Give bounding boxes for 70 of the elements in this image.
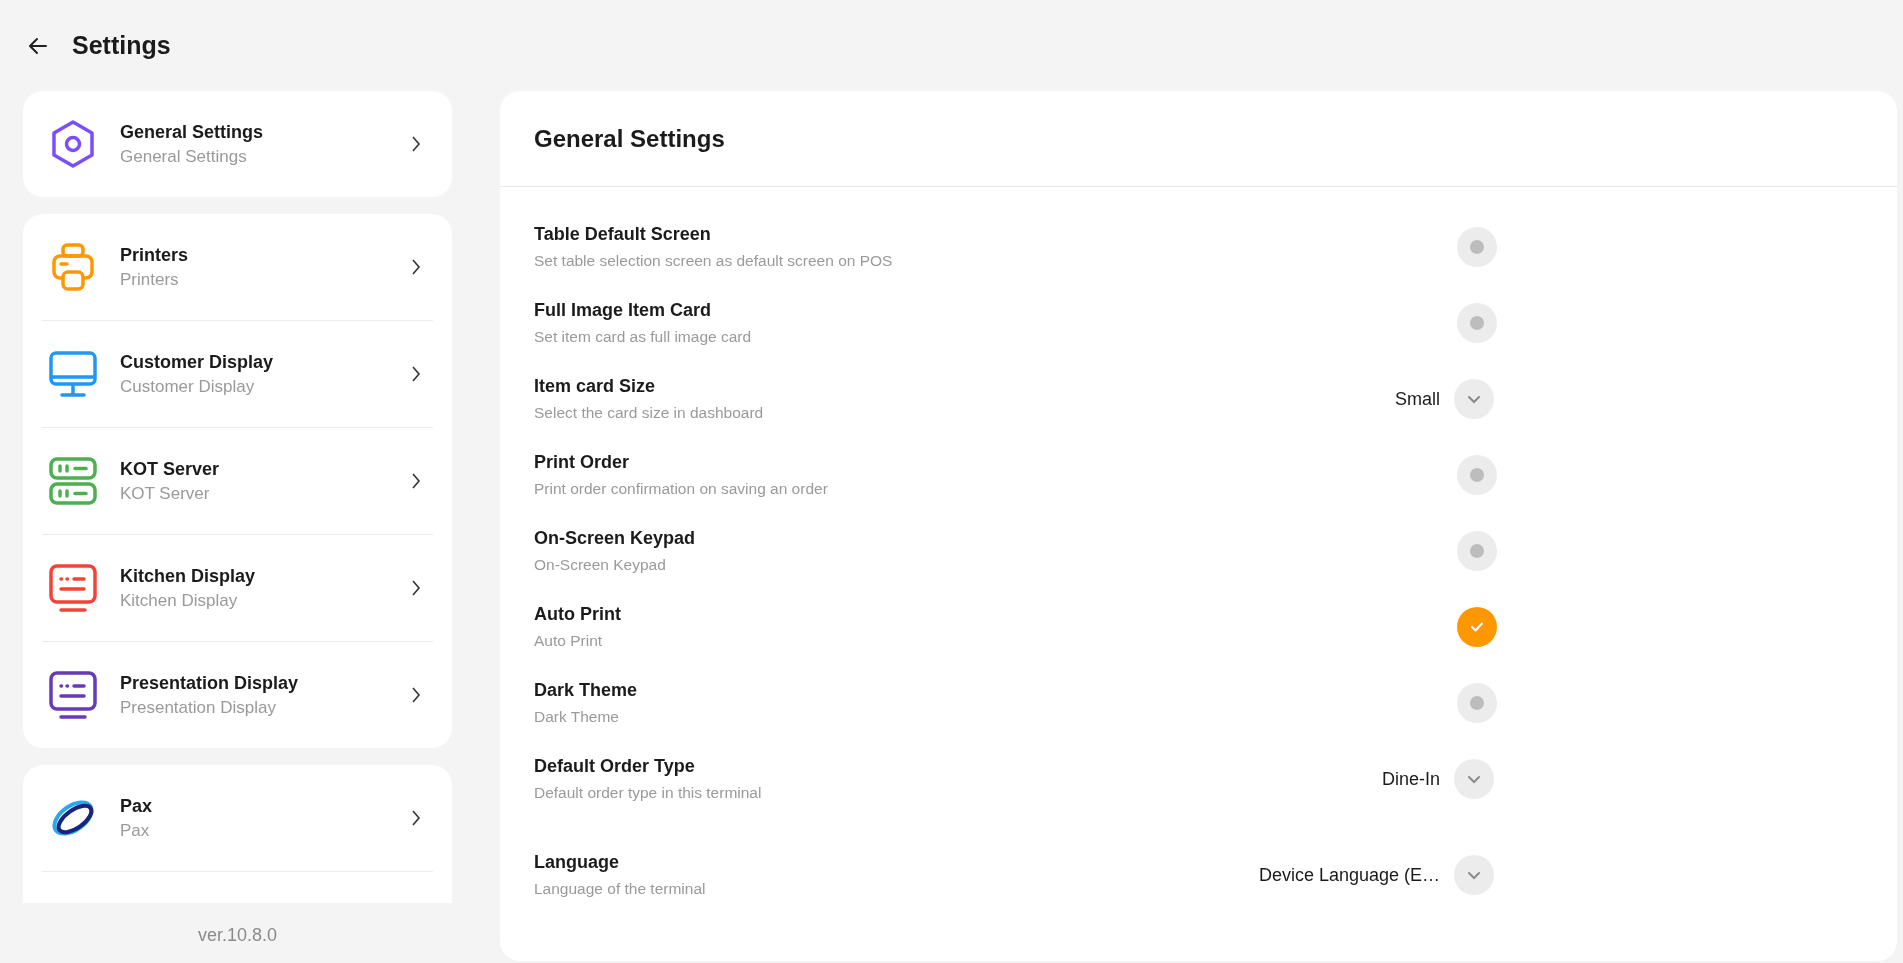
menu-item-subtitle: Customer Display — [120, 376, 256, 397]
dropdown-button[interactable] — [1454, 379, 1494, 419]
menu-item[interactable]: KOT Server KOT Server — [42, 428, 433, 535]
menu-item[interactable]: Pax Pax — [42, 765, 433, 872]
monitor-icon — [48, 349, 98, 399]
setting-description: Auto Print — [534, 632, 604, 650]
toggle[interactable] — [1457, 531, 1497, 571]
setting-title: Auto Print — [534, 604, 622, 625]
menu-item[interactable]: Printers Printers — [42, 214, 433, 321]
menu-item-title: Kitchen Display — [120, 565, 257, 587]
dropdown-value: Device Language (E… — [1258, 864, 1440, 886]
toggle[interactable] — [1457, 683, 1497, 723]
chevron-right-icon — [411, 135, 421, 153]
setting-title: Table Default Screen — [534, 224, 712, 245]
chevron-right-icon — [411, 258, 421, 276]
menu-item-title: Pax — [120, 795, 154, 817]
setting-description: Dark Theme — [534, 708, 620, 726]
page-title: Settings — [72, 31, 171, 60]
menu-item[interactable]: General Settings General Settings — [42, 91, 433, 197]
setting-title: Full Image Item Card — [534, 300, 713, 321]
chevron-down-icon — [1467, 870, 1481, 880]
toggle[interactable] — [1457, 455, 1497, 495]
setting-description: Print order confirmation on saving an order — [534, 480, 829, 498]
setting-description: Set table selection screen as default screen on POS — [534, 252, 894, 270]
chevron-right-icon — [411, 809, 421, 827]
setting-description: On-Screen Keypad — [534, 556, 667, 574]
menu-item[interactable]: Customer Display Customer Display — [42, 321, 433, 428]
chevron-right-icon — [411, 472, 421, 490]
menu-item[interactable]: Kitchen Display Kitchen Display — [42, 535, 433, 642]
back-arrow-icon — [28, 36, 48, 55]
setting-title: Item card Size — [534, 376, 657, 397]
display-icon — [48, 670, 98, 720]
menu-item[interactable]: Presentation Display Presentation Display — [42, 642, 433, 748]
toggle[interactable] — [1457, 607, 1497, 647]
dropdown-value: Dine-In — [1381, 768, 1440, 790]
panel-title: General Settings — [500, 91, 1897, 187]
server-icon — [48, 456, 98, 506]
menu-item-title: Presentation Display — [120, 672, 300, 694]
chevron-right-icon — [411, 686, 421, 704]
setting-description: Select the card size in dashboard — [534, 404, 765, 422]
setting-title: Print Order — [534, 452, 631, 473]
chevron-down-icon — [1467, 774, 1481, 784]
chevron-down-icon — [1467, 394, 1481, 404]
menu-item-title: Customer Display — [120, 351, 275, 373]
menu-item-title: KOT Server — [120, 458, 221, 480]
menu-item-subtitle: Presentation Display — [120, 697, 277, 718]
toggle[interactable] — [1457, 227, 1497, 267]
kitchen-display-icon — [48, 563, 98, 613]
setting-title: Dark Theme — [534, 680, 639, 701]
menu-item-title: Printers — [120, 244, 190, 266]
chevron-right-icon — [411, 579, 421, 597]
chevron-right-icon — [411, 365, 421, 383]
setting-description: Default order type in this terminal — [534, 784, 763, 802]
toggle[interactable] — [1457, 303, 1497, 343]
menu-item-subtitle: Printers — [120, 269, 180, 290]
menu-item-subtitle: Kitchen Display — [120, 590, 239, 611]
setting-title: Default Order Type — [534, 756, 696, 777]
dropdown-button[interactable] — [1454, 855, 1494, 895]
dropdown-value: Small — [1395, 388, 1440, 410]
setting-description: Language of the terminal — [534, 880, 707, 898]
setting-title: Language — [534, 852, 620, 873]
dropdown-button[interactable] — [1454, 759, 1494, 799]
setting-title: On-Screen Keypad — [534, 528, 697, 549]
setting-description: Set item card as full image card — [534, 328, 753, 346]
menu-item-subtitle: KOT Server — [120, 483, 211, 504]
check-icon — [1470, 621, 1484, 633]
menu-item-title: General Settings — [120, 121, 265, 143]
version-label: ver.10.8.0 — [196, 925, 279, 946]
menu-item-subtitle: Pax — [120, 820, 151, 841]
menu-item-subtitle: General Settings — [120, 146, 248, 167]
